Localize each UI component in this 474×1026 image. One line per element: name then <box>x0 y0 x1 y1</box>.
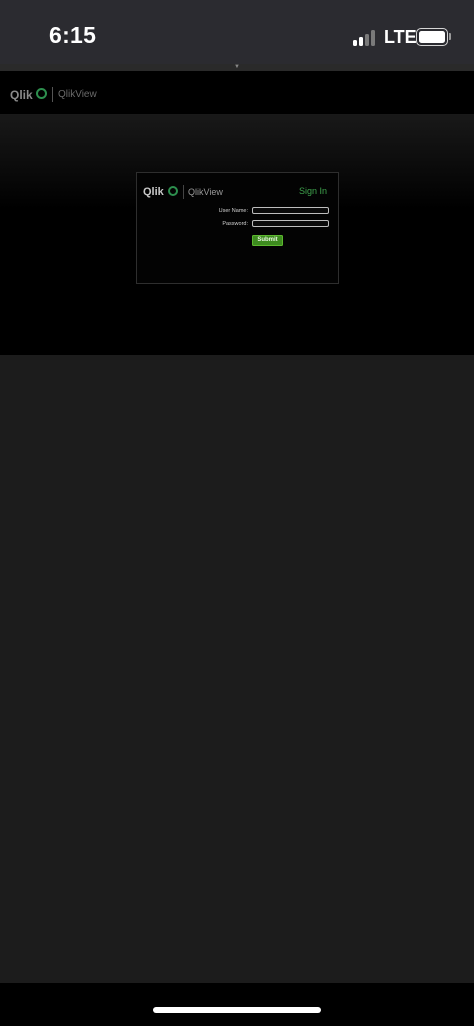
password-label: Password: <box>222 221 248 227</box>
login-logo-divider <box>183 185 184 199</box>
username-input[interactable] <box>252 207 329 214</box>
sign-in-title: Sign In <box>298 186 327 196</box>
battery-tip <box>449 33 451 40</box>
qlik-logo-icon <box>168 186 178 196</box>
login-qlik-logo: Qlik <box>143 186 164 198</box>
header-divider <box>52 87 53 102</box>
qlik-logo: Qlik <box>10 88 33 102</box>
chevron-down-icon[interactable]: ▼ <box>234 64 240 70</box>
qlik-logo-icon <box>36 88 47 99</box>
status-time: 6:15 <box>49 22 97 48</box>
login-product-name: QlikView <box>188 187 223 197</box>
product-name: QlikView <box>58 89 97 100</box>
battery-icon <box>416 28 448 46</box>
username-label: User Name: <box>218 208 248 214</box>
app-header: Qlik QlikView <box>0 71 474 114</box>
home-indicator[interactable] <box>153 1007 321 1013</box>
home-indicator-area <box>0 983 474 1026</box>
page-empty-area <box>0 355 474 983</box>
submit-button[interactable]: Submit <box>252 235 283 246</box>
status-bar: 6:15 LTE <box>0 0 474 64</box>
password-input[interactable] <box>252 220 329 227</box>
cellular-signal-icon <box>353 30 379 46</box>
network-type: LTE <box>384 27 417 47</box>
login-panel: Qlik QlikView Sign In User Name: Passwor… <box>136 172 339 284</box>
